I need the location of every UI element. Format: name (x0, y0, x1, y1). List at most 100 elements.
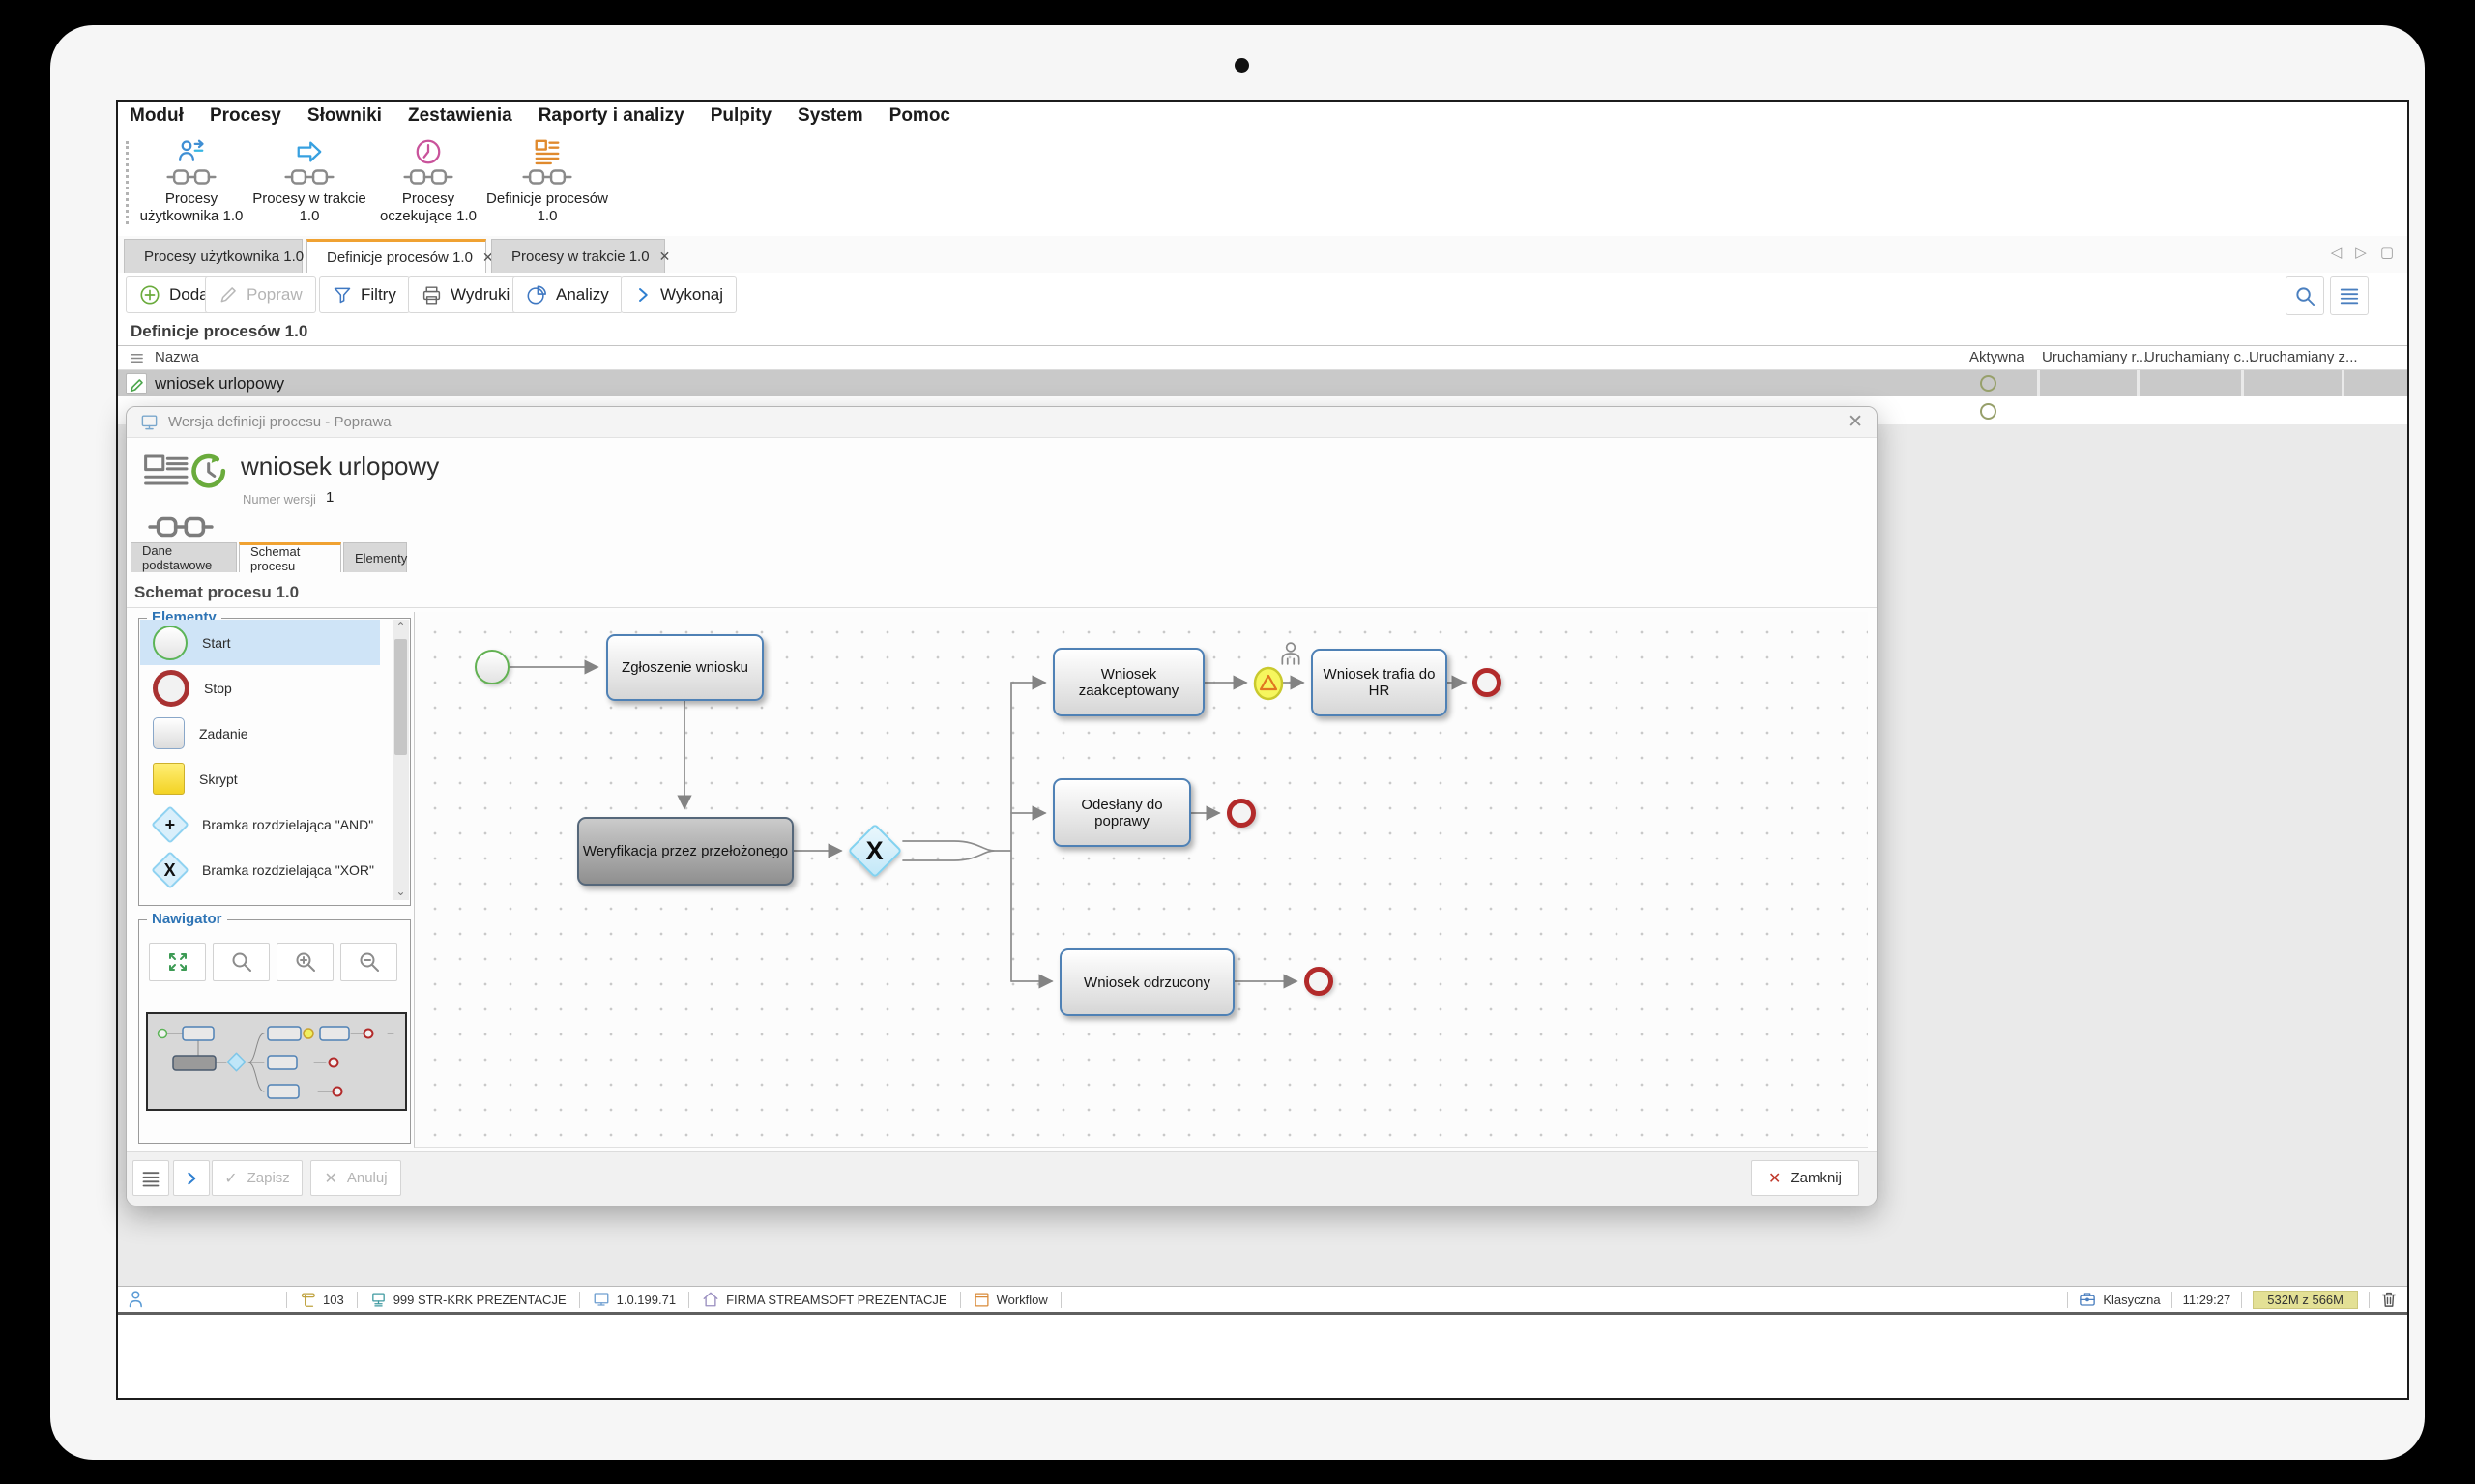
menu-slowniki[interactable]: Słowniki (307, 105, 382, 127)
status-module[interactable]: Workflow (974, 1292, 1048, 1308)
user-icon[interactable] (128, 1290, 147, 1309)
row-menu-icon[interactable] (130, 351, 144, 365)
chain-icon (403, 166, 453, 188)
table-row[interactable]: wniosek urlopowy (118, 370, 2407, 396)
menu-modul[interactable]: Moduł (130, 105, 184, 127)
diagram-start-node[interactable] (475, 650, 510, 684)
tab-scroll-left-icon[interactable]: ◁ (2331, 244, 2343, 261)
diagram-node-odrzucony[interactable]: Wniosek odrzucony (1060, 948, 1235, 1016)
chevron-right-icon (634, 286, 652, 304)
status-server[interactable]: 999 STR-KRK PREZENTACJE (370, 1292, 567, 1308)
palette-panel: Elementy Start Stop Zadanie Skrypt + Bra… (138, 618, 411, 906)
diagram-end-node[interactable] (1227, 799, 1256, 828)
scrollbar-thumb[interactable] (394, 639, 407, 755)
status-company[interactable]: FIRMA STREAMSOFT PREZENTACJE (702, 1291, 946, 1308)
xor-gateway-icon: X (151, 851, 189, 889)
menu-procesy[interactable]: Procesy (210, 105, 281, 127)
chain-icon (166, 166, 217, 188)
status-version[interactable]: 1.0.199.71 (593, 1291, 676, 1308)
dialog-tab-elementy[interactable]: Elementy (343, 542, 407, 572)
hamburger-icon (2339, 285, 2360, 306)
aktywna-radio[interactable] (1980, 375, 1996, 392)
zamknij-button[interactable]: ✕ Zamknij (1751, 1160, 1859, 1196)
minimap-preview (148, 1014, 401, 1105)
palette-item-stop[interactable]: Stop (140, 665, 380, 711)
search-icon (2294, 285, 2316, 307)
palette-item-bramka-and[interactable]: + Bramka rozdzielająca "AND" (140, 801, 380, 847)
launcher-definicje-procesow[interactable]: Definicje procesów 1.0 (483, 137, 611, 234)
status-counter[interactable]: 103 (300, 1292, 344, 1308)
status-theme[interactable]: Klasyczna (2079, 1291, 2160, 1308)
window-icon (140, 413, 159, 431)
anuluj-button[interactable]: ✕ Anuluj (310, 1160, 401, 1196)
diagram-node-hr[interactable]: Wniosek trafia do HR (1311, 649, 1447, 716)
dialog-tab-schemat-procesu[interactable]: Schemat procesu (239, 542, 341, 572)
search-button[interactable] (2286, 276, 2324, 315)
action-bar: Dodaj Popraw Filtry Wydruki Analizy (118, 273, 2407, 319)
diagram-end-node[interactable] (1304, 967, 1333, 996)
palette-item-bramka-xor[interactable]: X Bramka rozdzielająca "XOR" (140, 847, 380, 892)
tab-procesy-uzytkownika[interactable]: Procesy użytkownika 1.0 ✕ (124, 239, 303, 273)
memory-indicator[interactable]: 532M z 566M (2253, 1291, 2358, 1309)
scroll-down-icon[interactable]: ⌄ (393, 885, 409, 900)
tab-list-icon[interactable]: ▢ (2380, 244, 2394, 261)
diagram-node-zgloszenie[interactable]: Zgłoszenie wniosku (606, 634, 764, 701)
menu-zestawienia[interactable]: Zestawienia (408, 105, 512, 127)
launcher-procesy-uzytkownika[interactable]: Procesy użytkownika 1.0 (128, 137, 255, 234)
column-header-uruchamiany-r[interactable]: Uruchamiany r... (2042, 349, 2147, 365)
fit-view-button[interactable] (149, 943, 206, 981)
column-header-nazwa[interactable]: Nazwa (155, 349, 199, 365)
trash-icon[interactable] (2380, 1291, 2398, 1308)
tab-scroll-right-icon[interactable]: ▷ (2355, 244, 2367, 261)
diagram-end-node[interactable] (1472, 668, 1501, 697)
wykonaj-button[interactable]: Wykonaj (621, 276, 737, 313)
dialog-titlebar[interactable]: Wersja definicji procesu - Poprawa ✕ (127, 407, 1877, 438)
cross-icon: ✕ (1768, 1169, 1781, 1188)
schema-section-title: Schemat procesu 1.0 (134, 583, 299, 602)
grid-menu-button[interactable] (2330, 276, 2369, 315)
intermediate-event-icon[interactable] (1252, 665, 1285, 702)
diagram-node-odeslany[interactable]: Odesłany do poprawy (1053, 778, 1191, 847)
palette-label: Skrypt (199, 771, 238, 787)
launcher-toolbar: Procesy użytkownika 1.0 Procesy w trakci… (118, 131, 2407, 236)
tab-definicje-procesow[interactable]: Definicje procesów 1.0 ✕ (306, 239, 486, 273)
filtry-button[interactable]: Filtry (319, 276, 410, 313)
aktywna-radio[interactable] (1980, 403, 1996, 420)
footer-menu-button[interactable] (132, 1160, 169, 1196)
palette-item-zadanie[interactable]: Zadanie (140, 711, 380, 756)
footer-next-button[interactable] (173, 1160, 210, 1196)
zapisz-button[interactable]: ✓ Zapisz (212, 1160, 303, 1196)
analizy-button[interactable]: Analizy (512, 276, 623, 313)
palette-item-skrypt[interactable]: Skrypt (140, 756, 380, 801)
dialog-tab-label: Dane podstawowe (142, 543, 225, 572)
home-icon (702, 1291, 719, 1308)
menu-raporty[interactable]: Raporty i analizy (539, 105, 684, 127)
diagram-canvas[interactable]: Zgłoszenie wniosku Weryfikacja przez prz… (414, 612, 1868, 1148)
zoom-in-button[interactable] (277, 943, 334, 981)
zoom-out-button[interactable] (340, 943, 397, 981)
magnifier-icon (230, 950, 253, 974)
minimap[interactable] (146, 1012, 407, 1111)
popraw-button[interactable]: Popraw (205, 276, 316, 313)
palette-item-start[interactable]: Start (140, 620, 380, 665)
wydruki-button[interactable]: Wydruki (408, 276, 523, 313)
column-header-aktywna[interactable]: Aktywna (1969, 349, 2024, 365)
tab-close-icon[interactable]: ✕ (659, 248, 671, 265)
menu-system[interactable]: System (798, 105, 863, 127)
zoom-select-button[interactable] (213, 943, 270, 981)
launcher-procesy-w-trakcie[interactable]: Procesy w trakcie 1.0 (246, 137, 373, 234)
menu-pomoc[interactable]: Pomoc (889, 105, 950, 127)
tab-procesy-w-trakcie[interactable]: Procesy w trakcie 1.0 ✕ (491, 239, 665, 273)
navigator-panel: Nawigator (138, 919, 411, 1144)
menu-pulpity[interactable]: Pulpity (711, 105, 772, 127)
scroll-up-icon[interactable]: ⌃ (393, 620, 409, 635)
column-header-uruchamiany-z[interactable]: Uruchamiany z... (2249, 349, 2358, 365)
column-header-uruchamiany-c[interactable]: Uruchamiany c... (2144, 349, 2254, 365)
palette-scrollbar[interactable]: ⌃ ⌄ (393, 620, 409, 900)
user-processes-icon (177, 137, 206, 166)
dialog-close-icon[interactable]: ✕ (1848, 411, 1863, 433)
diagram-node-zaakceptowany[interactable]: Wniosek zaakceptowany (1053, 648, 1205, 716)
diagram-node-weryfikacja[interactable]: Weryfikacja przez przełożonego (577, 817, 794, 886)
launcher-procesy-oczekujace[interactable]: Procesy oczekujące 1.0 (364, 137, 492, 234)
dialog-tab-dane-podstawowe[interactable]: Dane podstawowe (131, 542, 237, 572)
